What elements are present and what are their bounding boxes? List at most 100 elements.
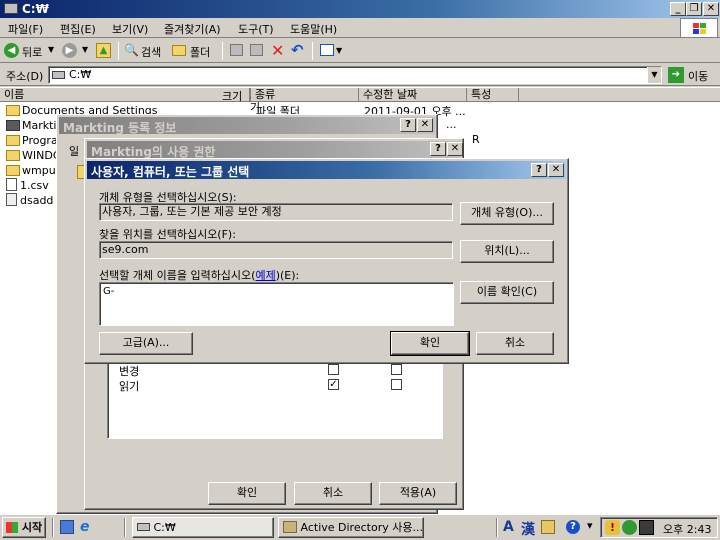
ime-toolbar-icon[interactable] bbox=[541, 520, 555, 534]
list-item[interactable]: Progra bbox=[6, 133, 58, 148]
list-item[interactable]: WINDC bbox=[6, 148, 61, 163]
close-button[interactable]: ✕ bbox=[417, 118, 433, 132]
explorer-titlebar[interactable]: C:₩ _ ❐ ✕ bbox=[0, 0, 720, 18]
object-types-button[interactable]: 개체 유형(O)... bbox=[460, 202, 554, 225]
address-dropdown-button[interactable]: ▼ bbox=[647, 67, 661, 83]
select-users-title: 사용자, 컴퓨터, 또는 그룹 선택 bbox=[91, 165, 250, 179]
move-to-icon[interactable] bbox=[230, 44, 243, 56]
address-value: C:₩ bbox=[69, 68, 92, 81]
toolbar: ◀ 뒤로 ▼ ▶ ▼ ▲ 🔍 검색 폴더 ✕ ↶ ▼ bbox=[0, 39, 720, 63]
taskbar: 시작 e C:₩ Active Directory 사용... A 漢 ? ▾ … bbox=[0, 514, 720, 540]
up-folder-icon[interactable]: ▲ bbox=[96, 43, 111, 58]
menu-view[interactable]: 보기(V) bbox=[112, 21, 148, 37]
go-button-label[interactable]: 이동 bbox=[688, 68, 708, 84]
forward-dropdown-icon[interactable]: ▼ bbox=[82, 45, 88, 54]
close-button[interactable]: ✕ bbox=[548, 163, 564, 177]
list-item[interactable]: dsadd bbox=[6, 193, 53, 208]
network-icon[interactable] bbox=[622, 520, 637, 535]
menu-edit[interactable]: 편집(E) bbox=[60, 21, 96, 37]
properties-title: Markting 등록 정보 bbox=[63, 121, 177, 135]
ok-button[interactable]: 확인 bbox=[390, 331, 470, 356]
folder-icon bbox=[6, 135, 20, 146]
undo-icon[interactable]: ↶ bbox=[291, 41, 304, 59]
advanced-button[interactable]: 고급(A)... bbox=[99, 332, 193, 355]
folder-icon bbox=[6, 150, 20, 161]
locations-button[interactable]: 위치(L)... bbox=[460, 240, 554, 263]
task-active-directory[interactable]: Active Directory 사용... bbox=[278, 517, 424, 538]
folders-button-label[interactable]: 폴더 bbox=[190, 44, 210, 60]
security-shield-icon[interactable]: ! bbox=[605, 520, 620, 535]
search-icon[interactable]: 🔍 bbox=[124, 43, 139, 57]
column-attributes[interactable]: 특성 bbox=[467, 88, 519, 102]
deny-change-checkbox[interactable] bbox=[391, 364, 402, 375]
help-button[interactable]: ? bbox=[531, 163, 547, 177]
address-bar: 주소(D) C:₩ ▼ ➔ 이동 bbox=[0, 64, 720, 86]
delete-icon[interactable]: ✕ bbox=[271, 41, 284, 60]
file-modified-dots: ... bbox=[446, 118, 457, 131]
folders-icon[interactable] bbox=[172, 45, 186, 56]
help-button[interactable]: ? bbox=[400, 118, 416, 132]
start-button[interactable]: 시작 bbox=[2, 517, 46, 538]
deny-read-checkbox[interactable] bbox=[391, 379, 402, 390]
list-item[interactable]: 1.csv bbox=[6, 178, 49, 193]
object-names-input[interactable]: G- bbox=[99, 282, 454, 326]
ok-button[interactable]: 확인 bbox=[208, 482, 286, 505]
ime-hanja[interactable]: 漢 bbox=[521, 519, 535, 539]
back-dropdown-icon[interactable]: ▼ bbox=[48, 45, 54, 54]
column-modified[interactable]: 수정한 날짜 bbox=[359, 88, 467, 102]
minimize-button[interactable]: _ bbox=[670, 2, 686, 16]
allow-read-checkbox[interactable]: ✓ bbox=[328, 379, 339, 390]
list-item[interactable]: Marktin bbox=[6, 118, 63, 133]
menu-help[interactable]: 도움말(H) bbox=[290, 21, 337, 37]
list-item[interactable]: wmpul bbox=[6, 163, 59, 178]
restore-button[interactable]: ❐ bbox=[686, 2, 702, 16]
column-name[interactable]: 이름 bbox=[0, 88, 250, 102]
apply-button[interactable]: 적용(A) bbox=[379, 482, 457, 505]
close-button[interactable]: ✕ bbox=[703, 2, 719, 16]
menu-tools[interactable]: 도구(T) bbox=[238, 21, 274, 37]
permission-change-label: 변경 bbox=[119, 365, 140, 378]
object-names-value: G- bbox=[103, 286, 115, 297]
column-type[interactable]: 종류 bbox=[251, 88, 359, 102]
show-desktop-icon[interactable] bbox=[60, 520, 74, 534]
tab-peek[interactable]: 일 bbox=[69, 143, 79, 159]
column-size-label: 크기 bbox=[222, 90, 243, 103]
windows-logo-icon bbox=[6, 522, 18, 533]
drive-icon bbox=[137, 523, 150, 531]
help-circle-icon[interactable]: ? bbox=[566, 520, 580, 534]
cancel-button[interactable]: 취소 bbox=[476, 332, 554, 355]
select-users-titlebar[interactable]: 사용자, 컴퓨터, 또는 그룹 선택 ? ✕ bbox=[87, 161, 566, 179]
permissions-titlebar[interactable]: Markting의 사용 권한 ? ✕ bbox=[87, 141, 463, 159]
help-button[interactable]: ? bbox=[430, 142, 446, 156]
internet-explorer-icon[interactable]: e bbox=[80, 519, 90, 535]
properties-titlebar[interactable]: Markting 등록 정보 ? ✕ bbox=[59, 117, 435, 135]
task-explorer[interactable]: C:₩ bbox=[132, 517, 274, 538]
forward-arrow-icon[interactable]: ▶ bbox=[62, 43, 77, 58]
options-icon[interactable]: ▾ bbox=[587, 519, 593, 532]
examples-link[interactable]: 예제 bbox=[255, 269, 275, 282]
select-users-dialog: 사용자, 컴퓨터, 또는 그룹 선택 ? ✕ 개체 유형을 선택하십시오(S):… bbox=[84, 158, 569, 364]
system-tray: ! 오후 2:43 bbox=[600, 517, 718, 538]
address-input[interactable]: C:₩ ▼ bbox=[48, 66, 662, 84]
location-label: 찾을 위치를 선택하십시오(F): bbox=[99, 228, 236, 241]
close-button[interactable]: ✕ bbox=[447, 142, 463, 156]
check-names-button[interactable]: 이름 확인(C) bbox=[460, 281, 554, 304]
quicklaunch-separator bbox=[52, 518, 54, 537]
ime-mode-a[interactable]: A bbox=[503, 519, 514, 535]
monitor-icon[interactable] bbox=[639, 520, 654, 535]
toolbar-separator bbox=[222, 42, 223, 60]
menu-favorites[interactable]: 즐겨찾기(A) bbox=[164, 21, 221, 37]
go-arrow-icon[interactable]: ➔ bbox=[668, 67, 684, 83]
views-icon[interactable] bbox=[320, 44, 334, 56]
back-button-label[interactable]: 뒤로 bbox=[22, 44, 42, 60]
allow-change-checkbox[interactable] bbox=[328, 364, 339, 375]
cancel-button[interactable]: 취소 bbox=[294, 482, 372, 505]
menu-bar: 파일(F) 편집(E) 보기(V) 즐겨찾기(A) 도구(T) 도움말(H) bbox=[0, 18, 720, 38]
menu-file[interactable]: 파일(F) bbox=[8, 21, 43, 37]
clock[interactable]: 오후 2:43 bbox=[663, 521, 711, 537]
search-button-label[interactable]: 검색 bbox=[141, 44, 161, 60]
views-dropdown-icon[interactable]: ▼ bbox=[336, 46, 342, 55]
copy-to-icon[interactable] bbox=[250, 44, 263, 56]
drive-icon bbox=[52, 71, 65, 79]
back-arrow-icon[interactable]: ◀ bbox=[4, 43, 19, 58]
